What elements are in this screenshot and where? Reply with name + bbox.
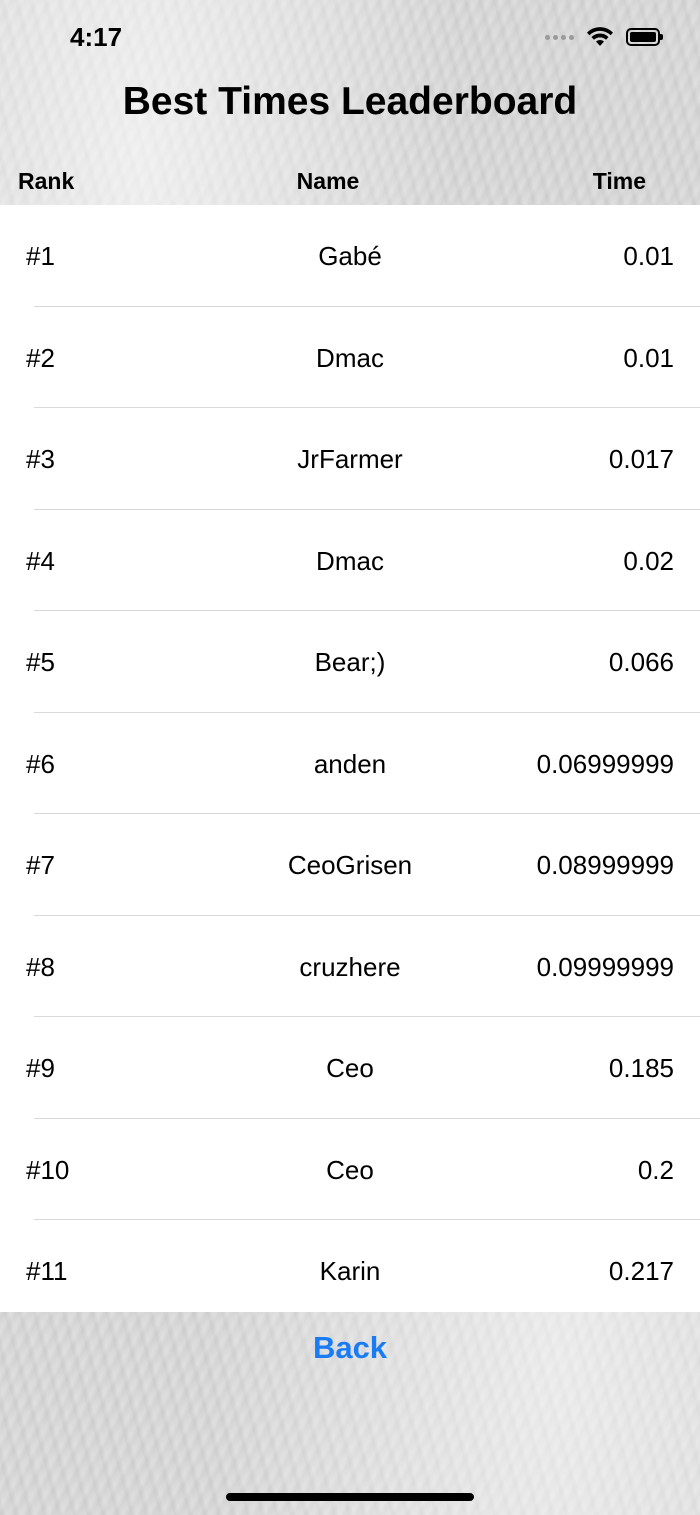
column-headers: Rank Name Time: [0, 164, 700, 200]
cellular-signal-icon: [545, 34, 574, 40]
back-button[interactable]: Back: [0, 1328, 700, 1368]
row-time: 0.01: [623, 342, 674, 373]
table-row[interactable]: #5 Bear;) 0.066: [0, 611, 700, 713]
row-name: Gabé: [318, 241, 382, 271]
page-title: Best Times Leaderboard: [122, 80, 578, 123]
column-header-time: Time: [592, 168, 646, 194]
row-time: 0.02: [623, 545, 674, 576]
row-name: Dmac: [316, 342, 384, 373]
row-time: 0.09999999: [536, 951, 674, 982]
table-row[interactable]: #3 JrFarmer 0.017: [0, 408, 700, 510]
table-row[interactable]: #6 anden 0.06999999: [0, 713, 700, 815]
row-time: 0.2: [637, 1154, 674, 1185]
row-name: Ceo: [326, 1053, 374, 1083]
row-time: 0.217: [608, 1256, 674, 1286]
leaderboard-table[interactable]: #1 Gabé 0.01 #2 Dmac 0.01 #3 JrFarmer 0.…: [0, 205, 700, 1312]
status-icons: [545, 26, 663, 48]
wifi-icon: [587, 27, 613, 46]
row-name: Bear;): [314, 647, 386, 677]
table-row[interactable]: #8 cruzhere 0.09999999: [0, 916, 700, 1018]
row-time: 0.066: [608, 647, 674, 677]
battery-icon: [626, 28, 663, 46]
row-time: 0.08999999: [536, 850, 674, 880]
table-row[interactable]: #11 Karin 0.217: [0, 1220, 700, 1312]
row-name: JrFarmer: [297, 444, 403, 474]
leaderboard-screen: 4:17 Best Times Leaderboard Rank Name Ti…: [0, 0, 700, 1515]
status-bar: 4:17: [0, 0, 700, 78]
row-time: 0.017: [608, 444, 674, 474]
row-time: 0.06999999: [536, 748, 674, 779]
row-name: Karin: [319, 1256, 381, 1286]
row-name: Ceo: [326, 1154, 374, 1185]
table-row[interactable]: #7 CeoGrisen 0.08999999: [0, 814, 700, 916]
row-time: 0.01: [623, 241, 674, 271]
table-row[interactable]: #10 Ceo 0.2: [0, 1119, 700, 1221]
column-header-name: Name: [296, 168, 360, 194]
table-row[interactable]: #2 Dmac 0.01: [0, 307, 700, 409]
table-row[interactable]: #9 Ceo 0.185: [0, 1017, 700, 1119]
table-row[interactable]: #4 Dmac 0.02: [0, 510, 700, 612]
row-name: Dmac: [316, 545, 384, 576]
status-time: 4:17: [70, 22, 123, 52]
table-row[interactable]: #1 Gabé 0.01: [0, 205, 700, 307]
row-time: 0.185: [608, 1053, 674, 1083]
home-indicator[interactable]: [226, 1493, 474, 1501]
